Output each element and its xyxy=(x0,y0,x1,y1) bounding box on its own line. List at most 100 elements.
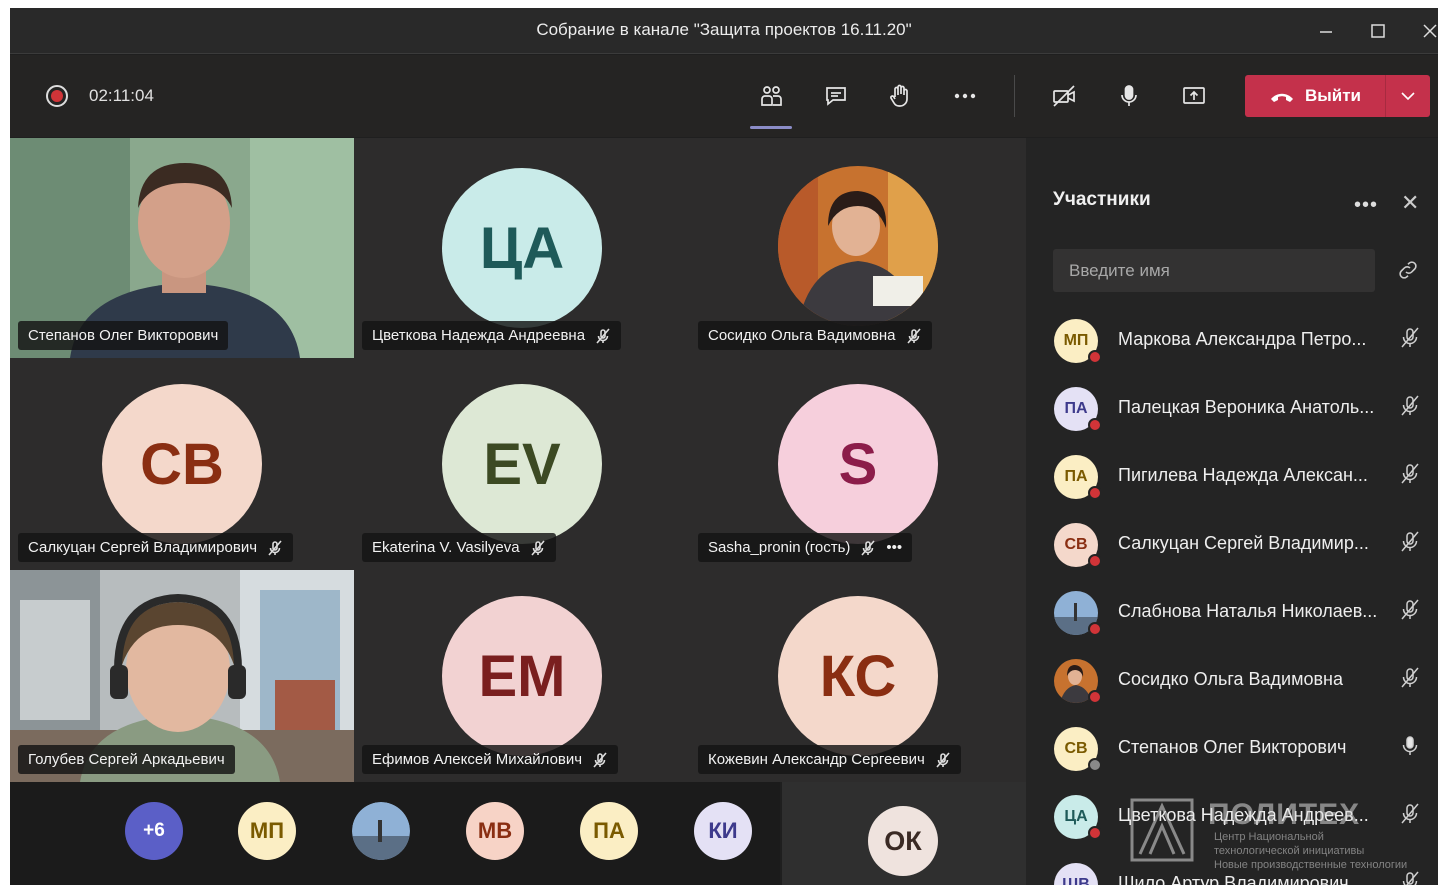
participant-avatar: ШВ xyxy=(1054,863,1098,885)
participant-row[interactable]: ШВ Шило Артур Владимирович xyxy=(1026,852,1438,885)
participant-avatar: ЕМ xyxy=(442,596,602,756)
maximize-icon xyxy=(1371,24,1385,38)
status-badge xyxy=(1088,826,1102,840)
self-view-tile[interactable]: ОК xyxy=(782,782,1026,885)
copy-link-button[interactable] xyxy=(1396,258,1422,284)
video-tile[interactable]: Степанов Олег Викторович xyxy=(10,138,354,358)
leave-button[interactable]: Выйти xyxy=(1245,75,1385,117)
participants-panel: Участники ••• ✕ МП Маркова Александра Пе… xyxy=(1026,138,1438,885)
participant-name: Sasha_pronin (гость) xyxy=(708,539,851,556)
participant-name-tag: Голубев Сергей Аркадьевич xyxy=(18,745,235,774)
mic-off-icon xyxy=(1398,394,1424,422)
participant-name: Маркова Александра Петро... xyxy=(1118,329,1367,349)
show-chat-button[interactable] xyxy=(816,79,856,113)
close-window-button[interactable] xyxy=(1410,16,1438,46)
mic-off-icon xyxy=(1398,530,1424,558)
participant-row[interactable]: Слабнова Наталья Николаев... xyxy=(1026,580,1438,646)
leave-button-group: Выйти xyxy=(1245,75,1430,117)
status-badge xyxy=(1088,486,1102,500)
participant-name-tag: Салкуцан Сергей Владимирович xyxy=(18,533,294,562)
mic-off-icon xyxy=(1398,802,1424,830)
share-icon xyxy=(1183,87,1205,104)
participant-avatar: S xyxy=(778,384,938,544)
participant-name-tag: Сосидко Ольга Вадимовна xyxy=(698,321,932,350)
status-badge xyxy=(1088,622,1102,636)
panel-title: Участники xyxy=(1053,189,1151,210)
participant-name: Сосидко Ольга Вадимовна xyxy=(708,327,896,344)
participant-row[interactable]: СВ Степанов Олег Викторович xyxy=(1026,716,1438,782)
window-title: Собрание в канале "Защита проектов 16.11… xyxy=(536,20,912,39)
participant-name: Голубев Сергей Аркадьевич xyxy=(28,751,225,768)
leave-label: Выйти xyxy=(1304,86,1362,105)
mic-off-icon xyxy=(595,327,611,344)
video-tile[interactable]: S Sasha_pronin (гость) ••• xyxy=(690,358,1026,570)
participant-name: Ефимов Алексей Михайлович xyxy=(372,751,583,768)
mic-off-icon xyxy=(1398,870,1424,885)
minimize-button[interactable] xyxy=(1306,16,1346,46)
share-screen-button[interactable] xyxy=(1174,79,1214,113)
participant-name-tag: Степанов Олег Викторович xyxy=(18,321,229,350)
mic-toggle-button[interactable] xyxy=(1109,79,1149,113)
close-icon xyxy=(1423,24,1437,38)
strip-avatar-photo[interactable] xyxy=(352,802,410,860)
participant-name: Цветкова Надежда Андреевна xyxy=(372,327,586,344)
video-tile[interactable]: Голубев Сергей Аркадьевич xyxy=(10,570,354,782)
panel-close-button[interactable]: ✕ xyxy=(1401,190,1419,216)
video-tile[interactable]: ЕМ Ефимов Алексей Михайлович xyxy=(354,570,690,782)
strip-avatar[interactable]: ПА xyxy=(580,802,638,860)
strip-avatar[interactable]: МП xyxy=(238,802,296,860)
participant-name-tag: Ekaterina V. Vasilyeva xyxy=(362,533,556,562)
video-tile[interactable]: ЦА Цветкова Надежда Андреевна xyxy=(354,138,690,358)
participant-row[interactable]: Сосидко Ольга Вадимовна xyxy=(1026,648,1438,714)
camera-toggle-button[interactable] xyxy=(1044,79,1084,113)
toolbar-separator xyxy=(1014,75,1015,117)
participant-row[interactable]: ПА Палецкая Вероника Анатоль... xyxy=(1026,376,1438,442)
microphone-icon xyxy=(1121,85,1137,106)
mic-off-icon xyxy=(1398,666,1424,694)
participant-row[interactable]: СВ Салкуцан Сергей Владимир... xyxy=(1026,512,1438,578)
mic-off-icon xyxy=(530,539,546,556)
chevron-down-icon xyxy=(1401,92,1415,101)
participant-name-tag: Sasha_pronin (гость) ••• xyxy=(698,533,913,562)
self-avatar: ОК xyxy=(868,806,938,876)
strip-avatar[interactable]: МВ xyxy=(466,802,524,860)
participant-name: Палецкая Вероника Анатоль... xyxy=(1118,397,1375,417)
participant-search-input[interactable] xyxy=(1053,249,1375,292)
video-tile[interactable]: КС Кожевин Александр Сергеевич xyxy=(690,570,1026,782)
participant-avatar: СВ xyxy=(102,384,262,544)
video-tile[interactable]: Сосидко Ольга Вадимовна xyxy=(690,138,1026,358)
raise-hand-button[interactable] xyxy=(880,79,920,113)
mic-off-icon xyxy=(935,751,951,768)
teams-meeting-window: Собрание в канале "Защита проектов 16.11… xyxy=(10,8,1438,885)
show-participants-button[interactable] xyxy=(751,79,791,113)
participant-name-tag: Цветкова Надежда Андреевна xyxy=(362,321,622,350)
leave-options-button[interactable] xyxy=(1386,91,1430,101)
mic-off-icon xyxy=(592,751,608,768)
participant-name: Цветкова Надежда Андреев... xyxy=(1118,805,1369,825)
participant-name: Степанов Олег Викторович xyxy=(28,327,219,344)
participant-name: Слабнова Наталья Николаев... xyxy=(1118,601,1378,621)
participant-name: Сосидко Ольга Вадимовна xyxy=(1118,669,1343,689)
participant-name: Салкуцан Сергей Владимирович xyxy=(28,539,258,556)
overflow-participants-strip: +6 МП МВ ПА КИ xyxy=(10,782,780,885)
tile-more-button[interactable]: ••• xyxy=(886,539,902,556)
more-actions-button[interactable] xyxy=(945,79,985,113)
participant-name-tag: Кожевин Александр Сергеевич xyxy=(698,745,961,774)
participant-name: Кожевин Александр Сергеевич xyxy=(708,751,925,768)
participant-row[interactable]: МП Маркова Александра Петро... xyxy=(1026,308,1438,374)
camera-off-icon xyxy=(1053,85,1075,107)
panel-more-button[interactable]: ••• xyxy=(1354,194,1378,217)
video-tile[interactable]: EV Ekaterina V. Vasilyeva xyxy=(354,358,690,570)
more-participants-button[interactable]: +6 xyxy=(125,802,183,860)
strip-avatar[interactable]: КИ xyxy=(694,802,752,860)
chat-icon xyxy=(826,87,846,106)
hand-icon xyxy=(890,84,908,107)
video-tile[interactable]: СВ Салкуцан Сергей Владимирович xyxy=(10,358,354,570)
maximize-button[interactable] xyxy=(1358,16,1398,46)
mic-off-icon xyxy=(1398,462,1424,490)
participant-row[interactable]: ЦА Цветкова Надежда Андреев... xyxy=(1026,784,1438,850)
participant-row[interactable]: ПА Пигилева Надежда Алексан... xyxy=(1026,444,1438,510)
mic-off-icon xyxy=(267,539,283,556)
people-icon xyxy=(761,86,782,106)
meeting-timer: 02:11:04 xyxy=(89,86,154,105)
